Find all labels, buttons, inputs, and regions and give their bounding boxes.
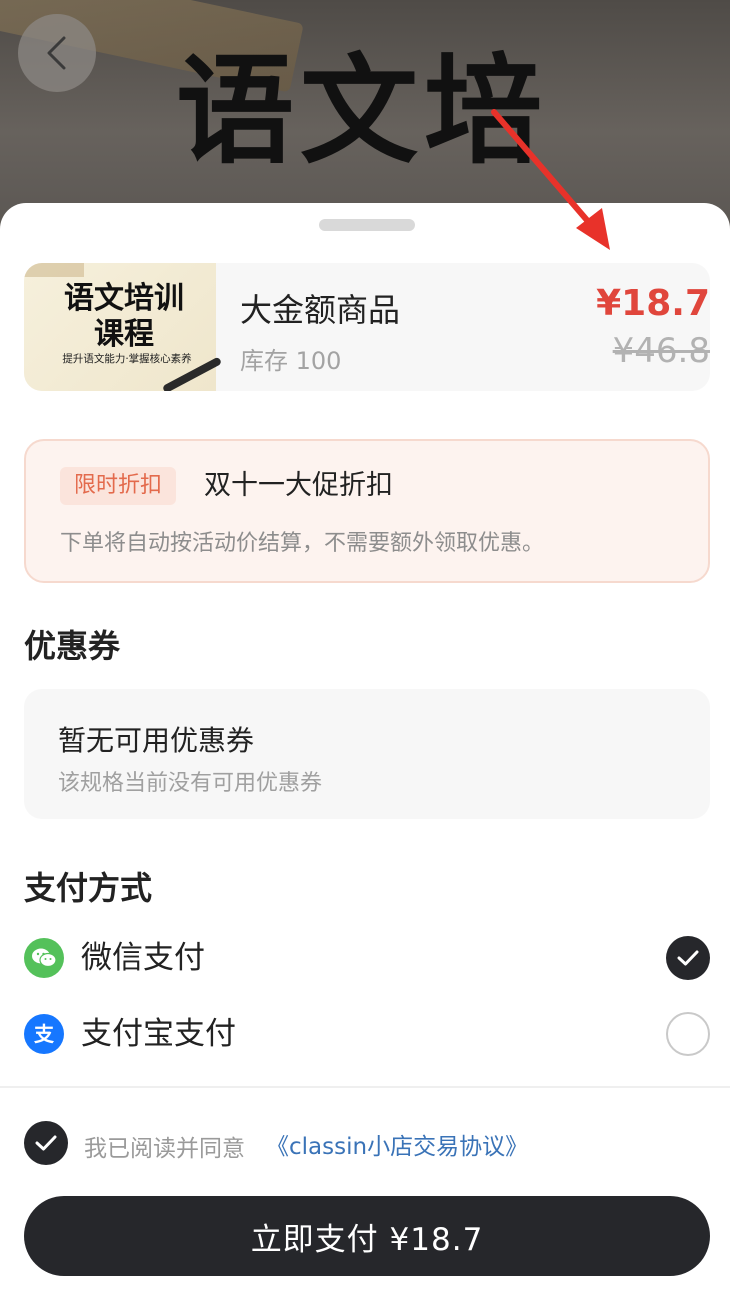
product-price: ¥18.7	[596, 283, 710, 324]
payment-option-label: 支付宝支付	[81, 1016, 236, 1052]
coupon-section-title: 优惠券	[24, 627, 121, 665]
thumbnail-title: 语文培训课程	[64, 281, 184, 352]
payment-option-wechat[interactable]: 微信支付	[24, 936, 710, 984]
promotion-card: 限时折扣 双十一大促折扣 下单将自动按活动价结算，不需要额外领取优惠。	[24, 439, 710, 583]
coupon-empty-subtitle: 该规格当前没有可用优惠券	[58, 771, 323, 796]
annotation-arrow-icon	[491, 109, 610, 250]
pay-now-button[interactable]: 立即支付 ¥18.7	[24, 1196, 710, 1276]
product-card: 语文培训课程 提升语文能力·掌握核心素养 大金额商品 库存 100 ¥18.7 …	[24, 263, 710, 391]
payment-option-alipay[interactable]: 支 支付宝支付	[24, 1012, 710, 1060]
promotion-tag: 限时折扣	[60, 467, 177, 505]
product-original-price: ¥46.8	[612, 331, 710, 371]
chevron-left-icon	[47, 36, 66, 70]
payment-section-title: 支付方式	[24, 869, 153, 907]
checkmark-icon	[677, 950, 699, 966]
promotion-description: 下单将自动按活动价结算，不需要额外领取优惠。	[60, 531, 545, 556]
payment-option-label: 微信支付	[81, 940, 205, 976]
thumbnail-decoration	[24, 263, 84, 277]
radio-checked[interactable]	[666, 936, 710, 980]
footer-divider	[0, 1086, 730, 1088]
coupon-empty-title: 暂无可用优惠券	[58, 724, 255, 757]
radio-unchecked[interactable]	[666, 1012, 710, 1056]
product-thumbnail: 语文培训课程 提升语文能力·掌握核心素养	[24, 263, 223, 391]
back-button[interactable]	[18, 14, 96, 92]
wechat-pay-icon	[24, 938, 64, 978]
checkmark-icon	[35, 1135, 57, 1151]
promotion-title: 双十一大促折扣	[204, 470, 393, 501]
checkout-sheet: 语文培训课程 提升语文能力·掌握核心素养 大金额商品 库存 100 ¥18.7 …	[0, 203, 730, 1314]
coupon-card: 暂无可用优惠券 该规格当前没有可用优惠券	[24, 689, 710, 819]
thumbnail-subtitle: 提升语文能力·掌握核心素养	[62, 353, 192, 365]
agreement-link[interactable]: 《classin小店交易协议》	[266, 1127, 528, 1161]
product-name: 大金额商品	[240, 291, 401, 329]
product-stock: 库存 100	[240, 347, 342, 375]
alipay-icon: 支	[24, 1014, 64, 1054]
agreement-text: 我已阅读并同意	[84, 1136, 245, 1162]
agreement-checkbox[interactable]	[24, 1121, 68, 1165]
svg-text:支: 支	[34, 1022, 55, 1046]
sheet-grabber[interactable]	[319, 219, 415, 231]
